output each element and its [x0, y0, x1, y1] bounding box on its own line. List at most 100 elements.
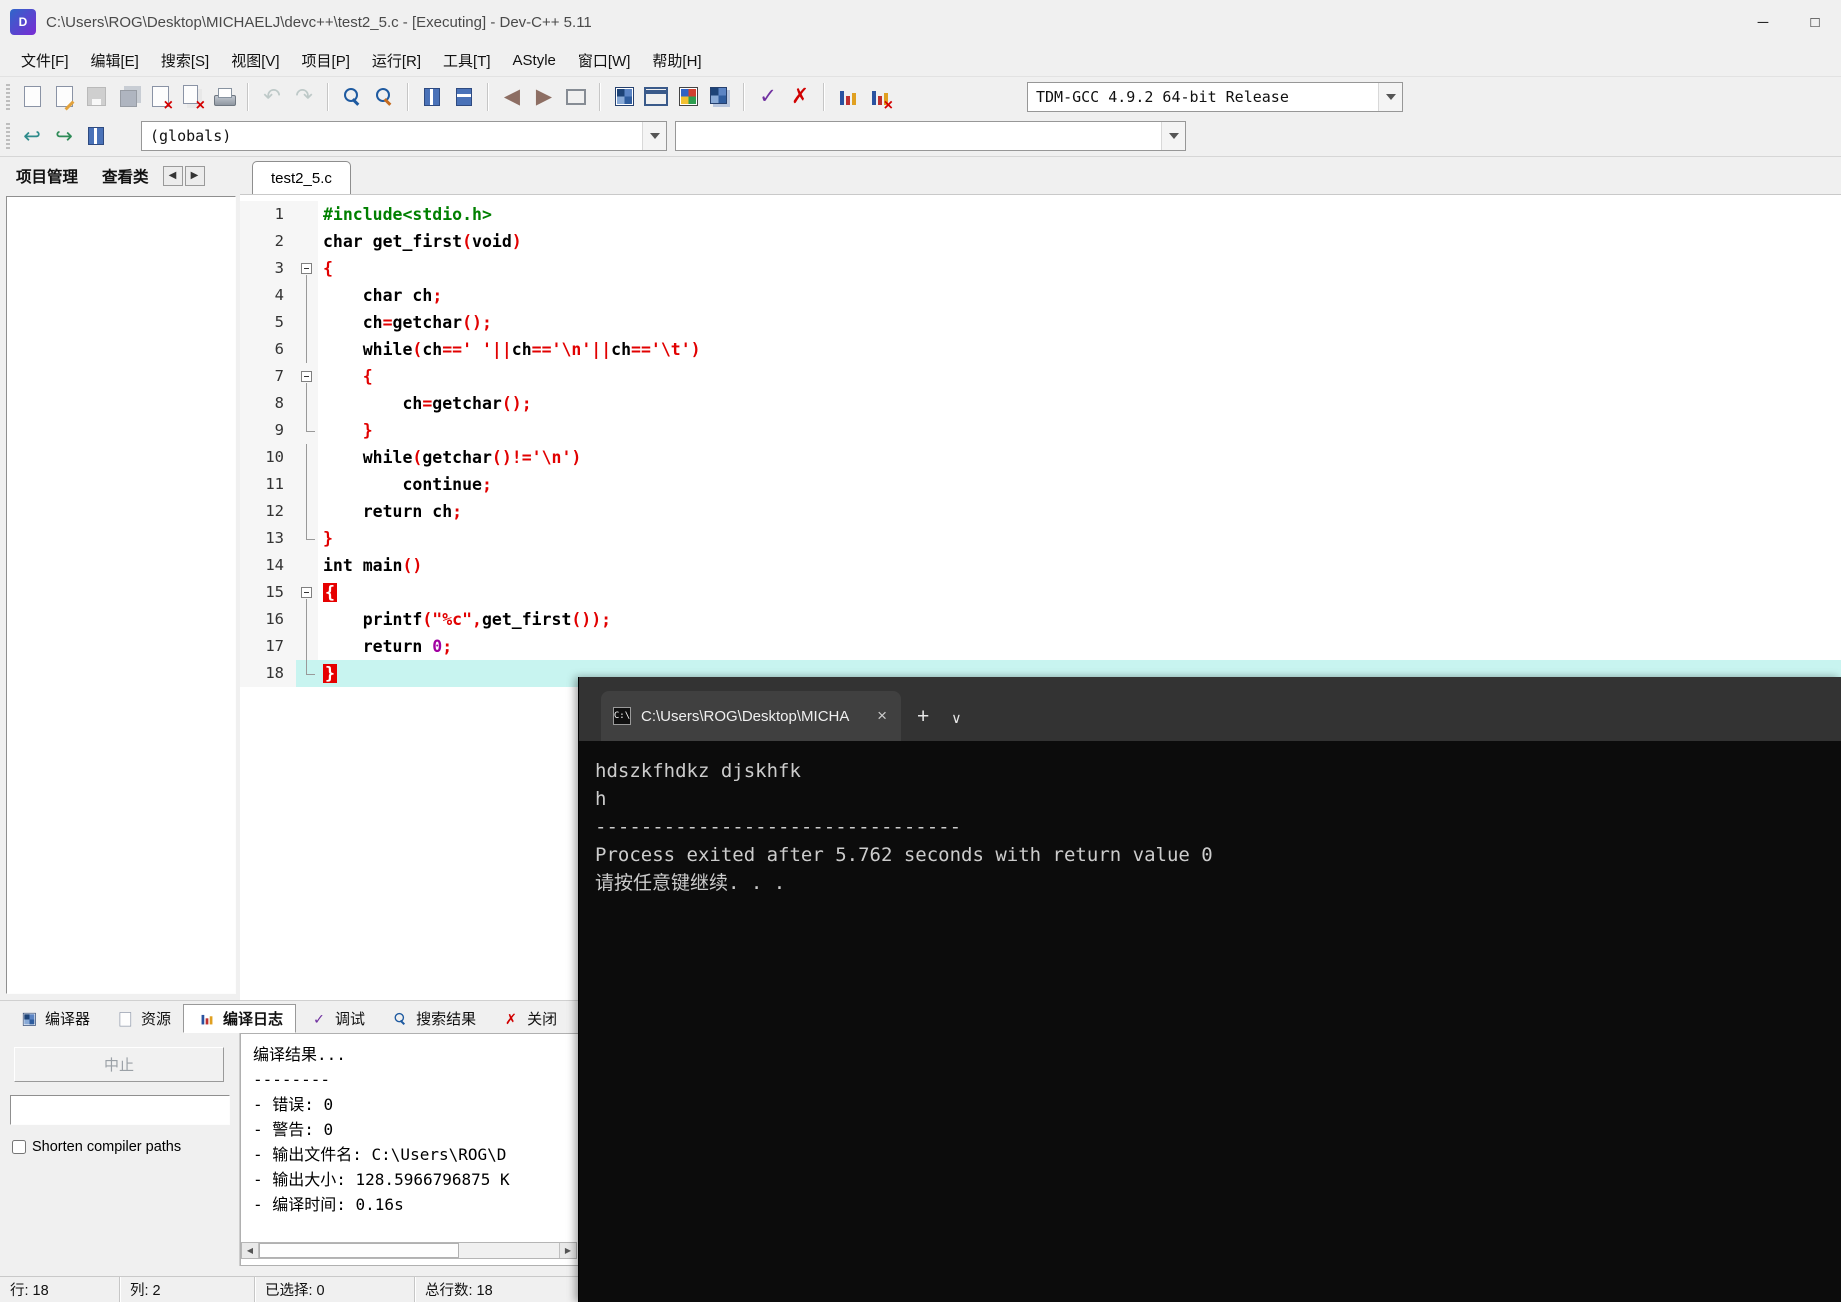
- code-text[interactable]: {: [318, 255, 1841, 282]
- terminal-titlebar[interactable]: C:\ C:\Users\ROG\Desktop\MICHA × + ∨: [579, 677, 1841, 741]
- code-line-6[interactable]: 6 while(ch==' '||ch=='\n'||ch=='\t'): [240, 336, 1841, 363]
- chevron-down-icon[interactable]: [642, 122, 666, 150]
- compile-run-button[interactable]: [672, 81, 704, 113]
- code-text[interactable]: char get_first(void): [318, 228, 1841, 255]
- code-line-5[interactable]: 5 ch=getchar();: [240, 309, 1841, 336]
- code-text[interactable]: {: [318, 579, 1841, 606]
- code-line-1[interactable]: 1 #include<stdio.h>: [240, 201, 1841, 228]
- line-number[interactable]: 9: [240, 417, 296, 444]
- bottom-tab-compile-log[interactable]: 编译日志: [183, 1004, 297, 1033]
- save-file-button[interactable]: [80, 81, 112, 113]
- menu-file[interactable]: 文件[F]: [10, 45, 80, 76]
- line-number[interactable]: 2: [240, 228, 296, 255]
- scroll-right-arrow-icon[interactable]: ▶: [559, 1243, 576, 1258]
- line-number[interactable]: 5: [240, 309, 296, 336]
- close-file-button[interactable]: [144, 81, 176, 114]
- code-text[interactable]: while(ch==' '||ch=='\n'||ch=='\t'): [318, 336, 1841, 363]
- code-line-16[interactable]: 16 printf("%c",get_first());: [240, 606, 1841, 633]
- scroll-left-arrow-icon[interactable]: ◀: [242, 1243, 259, 1258]
- line-number[interactable]: 6: [240, 336, 296, 363]
- run-button[interactable]: [640, 81, 672, 113]
- globals-select[interactable]: (globals): [141, 121, 667, 151]
- code-text[interactable]: }: [318, 417, 1841, 444]
- code-line-17[interactable]: 17 return 0;: [240, 633, 1841, 660]
- code-text[interactable]: printf("%c",get_first());: [318, 606, 1841, 633]
- rebuild-all-button[interactable]: [704, 81, 736, 113]
- menu-tools[interactable]: 工具[T]: [432, 45, 502, 76]
- save-all-button[interactable]: [112, 81, 144, 113]
- code-text[interactable]: #include<stdio.h>: [318, 201, 1841, 228]
- terminal-new-tab-button[interactable]: +: [917, 705, 929, 729]
- line-number[interactable]: 7: [240, 363, 296, 390]
- menu-astyle[interactable]: AStyle: [502, 47, 567, 74]
- code-text[interactable]: while(getchar()!='\n'): [318, 444, 1841, 471]
- line-number[interactable]: 10: [240, 444, 296, 471]
- new-file-button[interactable]: [16, 81, 48, 113]
- line-number[interactable]: 8: [240, 390, 296, 417]
- fold-collapse-icon[interactable]: [301, 262, 312, 274]
- code-text[interactable]: continue;: [318, 471, 1841, 498]
- code-line-3[interactable]: 3{: [240, 255, 1841, 282]
- code-text[interactable]: ch=getchar();: [318, 309, 1841, 336]
- terminal-tab-close-icon[interactable]: ×: [873, 706, 891, 726]
- back-button[interactable]: ◀: [496, 81, 528, 113]
- line-number[interactable]: 3: [240, 255, 296, 282]
- compiler-select[interactable]: TDM-GCC 4.9.2 64-bit Release: [1027, 82, 1403, 112]
- code-text[interactable]: {: [318, 363, 1841, 390]
- undo-button[interactable]: ↶: [256, 81, 288, 113]
- line-number[interactable]: 11: [240, 471, 296, 498]
- code-text[interactable]: return ch;: [318, 498, 1841, 525]
- profile-button[interactable]: [832, 81, 864, 113]
- replace-button[interactable]: [368, 81, 400, 113]
- chevron-down-icon[interactable]: [1378, 83, 1402, 111]
- scrollbar-thumb[interactable]: [259, 1243, 459, 1258]
- editor-tab-test2_5[interactable]: test2_5.c: [252, 161, 351, 194]
- code-text[interactable]: }: [318, 525, 1841, 552]
- bottom-tab-search-results[interactable]: 搜索结果: [377, 1004, 488, 1033]
- minimize-button[interactable]: ─: [1737, 0, 1789, 44]
- forward-button[interactable]: ▶: [528, 81, 560, 113]
- project-panel[interactable]: [6, 196, 236, 994]
- menu-view[interactable]: 视图[V]: [220, 45, 290, 76]
- chevron-down-icon[interactable]: [1161, 122, 1185, 150]
- bottom-tab-compiler[interactable]: 编译器: [6, 1004, 102, 1033]
- code-line-12[interactable]: 12 return ch;: [240, 498, 1841, 525]
- line-number[interactable]: 1: [240, 201, 296, 228]
- code-line-13[interactable]: 13}: [240, 525, 1841, 552]
- fold-collapse-icon[interactable]: [301, 586, 312, 598]
- class-browser-button[interactable]: [80, 120, 112, 152]
- code-text[interactable]: int main(): [318, 552, 1841, 579]
- syntax-check-button[interactable]: ✓: [752, 81, 784, 113]
- terminal-content[interactable]: hdszkfhdkz djskhfk h ---------------------…: [579, 741, 1841, 897]
- sidebar-tab-class-view[interactable]: 查看类: [90, 157, 161, 195]
- goto-implementation-button[interactable]: ↪: [48, 120, 80, 152]
- line-number[interactable]: 4: [240, 282, 296, 309]
- shorten-paths-checkbox[interactable]: [12, 1140, 26, 1154]
- abort-button[interactable]: 中止: [14, 1047, 224, 1082]
- goto-line-button[interactable]: [448, 81, 480, 113]
- menu-project[interactable]: 项目[P]: [291, 45, 361, 76]
- members-select[interactable]: [675, 121, 1186, 151]
- code-text[interactable]: ch=getchar();: [318, 390, 1841, 417]
- menu-search[interactable]: 搜索[S]: [150, 45, 220, 76]
- code-line-10[interactable]: 10 while(getchar()!='\n'): [240, 444, 1841, 471]
- code-line-14[interactable]: 14 int main(): [240, 552, 1841, 579]
- close-all-button[interactable]: [176, 81, 208, 114]
- print-button[interactable]: [208, 81, 240, 113]
- bottom-tab-debug[interactable]: ✓ 调试: [296, 1004, 377, 1033]
- line-number[interactable]: 16: [240, 606, 296, 633]
- line-number[interactable]: 12: [240, 498, 296, 525]
- tab-scroll-right-button[interactable]: ▶: [184, 165, 205, 186]
- sidebar-tab-project-manager[interactable]: 项目管理: [4, 157, 90, 195]
- code-text[interactable]: char ch;: [318, 282, 1841, 309]
- fold-collapse-icon[interactable]: [301, 370, 312, 382]
- code-line-2[interactable]: 2 char get_first(void): [240, 228, 1841, 255]
- tab-scroll-left-button[interactable]: ◀: [162, 165, 183, 186]
- bottom-tab-close[interactable]: ✗ 关闭: [488, 1004, 569, 1033]
- terminal-tab[interactable]: C:\ C:\Users\ROG\Desktop\MICHA ×: [601, 691, 901, 741]
- open-file-button[interactable]: [48, 81, 80, 113]
- line-number[interactable]: 14: [240, 552, 296, 579]
- fullscreen-button[interactable]: [560, 81, 592, 113]
- line-number[interactable]: 18: [240, 660, 296, 687]
- menu-edit[interactable]: 编辑[E]: [80, 45, 150, 76]
